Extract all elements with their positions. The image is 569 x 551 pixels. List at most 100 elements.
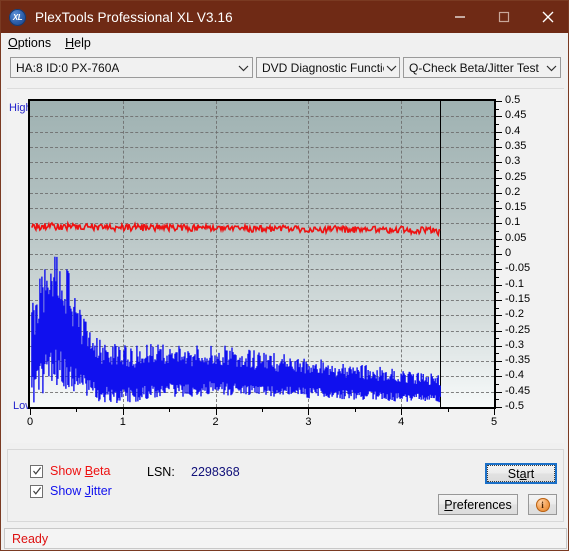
y-axis-tick-label: 0.35 <box>505 139 527 152</box>
start-button[interactable]: St a rt <box>485 463 557 484</box>
y-axis-tick-label: -0.45 <box>505 384 531 397</box>
menu-options-rest: ptions <box>17 36 52 50</box>
series-jitter <box>32 257 440 403</box>
y-axis-tick <box>496 299 502 301</box>
menu-options-accel: O <box>8 36 18 50</box>
y-axis-minor-tick <box>496 353 499 355</box>
y-axis-tick-label: 0.4 <box>505 124 521 137</box>
show-beta-label: Show Beta <box>50 464 111 478</box>
x-axis-tick-label: 1 <box>119 416 126 428</box>
x-axis-tick-label: 3 <box>305 416 312 428</box>
lsn-value: 2298368 <box>191 465 240 479</box>
x-axis-tick-label: 4 <box>398 416 405 428</box>
y-axis-minor-tick <box>496 322 499 324</box>
y-axis-minor-tick <box>496 368 499 370</box>
checkbox-checked-icon[interactable] <box>30 464 43 478</box>
y-axis-tick <box>496 407 502 408</box>
y-axis-tick <box>496 162 502 164</box>
x-axis-minor-tick <box>169 409 171 412</box>
y-axis-tick <box>496 330 502 332</box>
y-axis-minor-tick <box>496 307 499 309</box>
y-axis-minor-tick <box>496 154 499 156</box>
chevron-down-icon[interactable] <box>543 64 560 72</box>
chart-panel: High Low 0.5 0.45 0.4 0.35 0.3 0.25 0.2 0.15 0.1… <box>7 88 564 443</box>
menu-help-rest: elp <box>74 36 91 50</box>
close-icon[interactable] <box>526 1 568 33</box>
y-axis-minor-tick <box>496 108 499 110</box>
status-text: Ready <box>12 531 49 546</box>
y-axis-tick <box>496 361 502 363</box>
y-axis-tick-label: 0.2 <box>505 185 521 198</box>
y-axis-minor-tick <box>496 231 499 232</box>
y-axis-tick-label: -0.15 <box>505 292 531 305</box>
y-axis-tick <box>496 208 502 210</box>
x-axis-tick <box>215 409 217 415</box>
x-axis-tick <box>122 409 124 415</box>
y-axis-tick-label: -0.05 <box>505 262 531 275</box>
y-axis-minor-tick <box>496 200 499 202</box>
x-axis-tick <box>401 409 403 415</box>
y-axis-minor-tick <box>496 292 499 294</box>
y-axis-tick <box>496 223 502 225</box>
xl-logo-icon: XL <box>9 8 26 26</box>
y-axis-tick <box>496 391 502 393</box>
y-axis-tick-label: -0.35 <box>505 354 531 367</box>
window-controls <box>438 1 568 33</box>
y-axis-tick <box>496 101 502 102</box>
x-axis-tick <box>308 409 310 415</box>
y-axis-tick <box>496 315 502 317</box>
y-axis-minor-tick <box>496 123 499 125</box>
menu-item-options[interactable]: Options <box>1 33 58 53</box>
preferences-button[interactable]: Preferences <box>438 494 518 515</box>
plextools-window: XL PlexTools Professional XL V3.16 Optio… <box>0 0 569 551</box>
info-button[interactable]: i <box>528 494 557 515</box>
x-axis-minor-tick <box>447 409 449 412</box>
y-axis-minor-tick <box>496 185 499 187</box>
y-axis-tick <box>496 345 502 347</box>
y-axis-tick-label: 0.05 <box>505 231 527 244</box>
chevron-down-icon[interactable] <box>384 64 399 72</box>
y-axis-minor-tick <box>496 139 499 141</box>
y-axis-tick-label: 0.5 <box>505 94 521 106</box>
checkbox-checked-icon[interactable] <box>30 484 43 498</box>
maximize-icon[interactable] <box>482 1 526 33</box>
y-axis-tick <box>496 238 502 240</box>
y-axis-tick-label: -0.1 <box>505 277 524 290</box>
beta-jitter-chart: High Low 0.5 0.45 0.4 0.35 0.3 0.25 0.2 0.15 0.1… <box>7 89 564 444</box>
x-axis-minor-tick <box>262 409 263 412</box>
show-jitter-label: Show Jitter <box>50 484 112 498</box>
x-axis-minor-tick <box>76 409 78 412</box>
x-axis-minor-tick <box>354 409 356 412</box>
function-select[interactable]: DVD Diagnostic Functions <box>256 57 400 78</box>
y-axis-tick-label: 0.25 <box>505 170 527 183</box>
start-button-label: St a rt <box>487 465 555 482</box>
chevron-down-icon[interactable] <box>235 64 252 72</box>
y-axis-minor-tick <box>496 169 499 171</box>
y-axis-tick-label: -0.5 <box>505 400 524 412</box>
y-axis-minor-tick <box>496 246 499 248</box>
y-axis-tick <box>496 376 502 378</box>
show-beta-checkbox[interactable]: Show Beta <box>30 464 110 478</box>
controls-panel: Show Beta Show Jitter LSN: 2298368 St a rt… <box>7 449 564 522</box>
menu-item-help[interactable]: Help <box>58 33 98 53</box>
title-bar: XL PlexTools Professional XL V3.16 <box>1 1 568 33</box>
y-axis-tick-label: 0.1 <box>505 216 521 229</box>
y-axis-tick <box>496 116 502 118</box>
show-jitter-checkbox[interactable]: Show Jitter <box>30 484 112 498</box>
y-axis-minor-tick <box>496 276 499 278</box>
y-axis-tick-label: 0 <box>505 247 512 259</box>
plot-area[interactable] <box>28 99 496 409</box>
x-axis-tick <box>30 409 31 415</box>
y-axis-tick-label: -0.25 <box>505 323 531 336</box>
y-axis-minor-tick <box>496 215 499 217</box>
y-axis-tick-label: 0.45 <box>505 109 527 122</box>
y-axis-tick <box>496 131 502 133</box>
minimize-icon[interactable] <box>438 1 482 33</box>
toolbar: HA:8 ID:0 PX-760A DVD Diagnostic Functio… <box>1 53 568 83</box>
lsn-label: LSN: <box>147 465 175 479</box>
y-axis-tick-label: 0.3 <box>505 155 521 168</box>
y-axis-tick-label: 0.15 <box>505 201 527 214</box>
drive-select[interactable]: HA:8 ID:0 PX-760A <box>10 57 253 78</box>
y-axis-tick-label: -0.3 <box>505 338 524 351</box>
test-select[interactable]: Q-Check Beta/Jitter Test <box>403 57 561 78</box>
